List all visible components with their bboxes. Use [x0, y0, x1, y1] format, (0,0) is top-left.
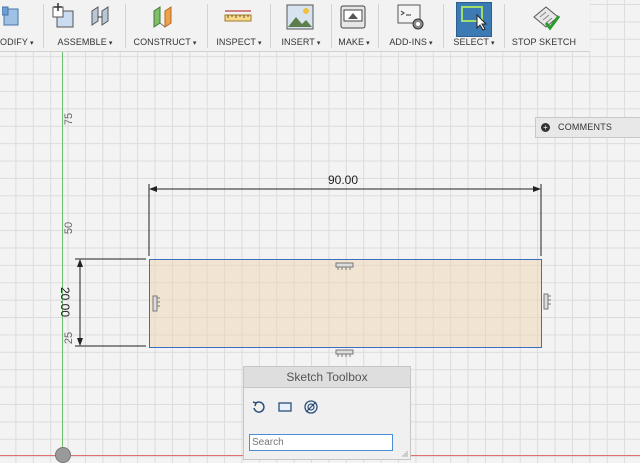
sketch-toolbox-title[interactable]: Sketch Toolbox: [244, 367, 410, 388]
resize-grip-icon[interactable]: [402, 451, 408, 457]
search-input[interactable]: [249, 434, 393, 451]
rotate-icon[interactable]: [251, 399, 267, 415]
dimension-height-value[interactable]: 20.00: [58, 287, 72, 317]
horizontal-constraint-icon[interactable]: [335, 262, 354, 270]
sketch-toolbox-panel: Sketch Toolbox: [243, 366, 411, 460]
vertical-constraint-icon[interactable]: [543, 293, 551, 310]
dimension-width-value[interactable]: 90.00: [328, 173, 358, 187]
dimension-height[interactable]: [75, 258, 146, 347]
rectangle-icon[interactable]: [277, 399, 293, 415]
target-icon[interactable]: [303, 399, 319, 415]
horizontal-constraint-icon[interactable]: [335, 349, 354, 357]
vertical-constraint-icon[interactable]: [152, 295, 160, 312]
dimension-width[interactable]: [148, 184, 542, 256]
